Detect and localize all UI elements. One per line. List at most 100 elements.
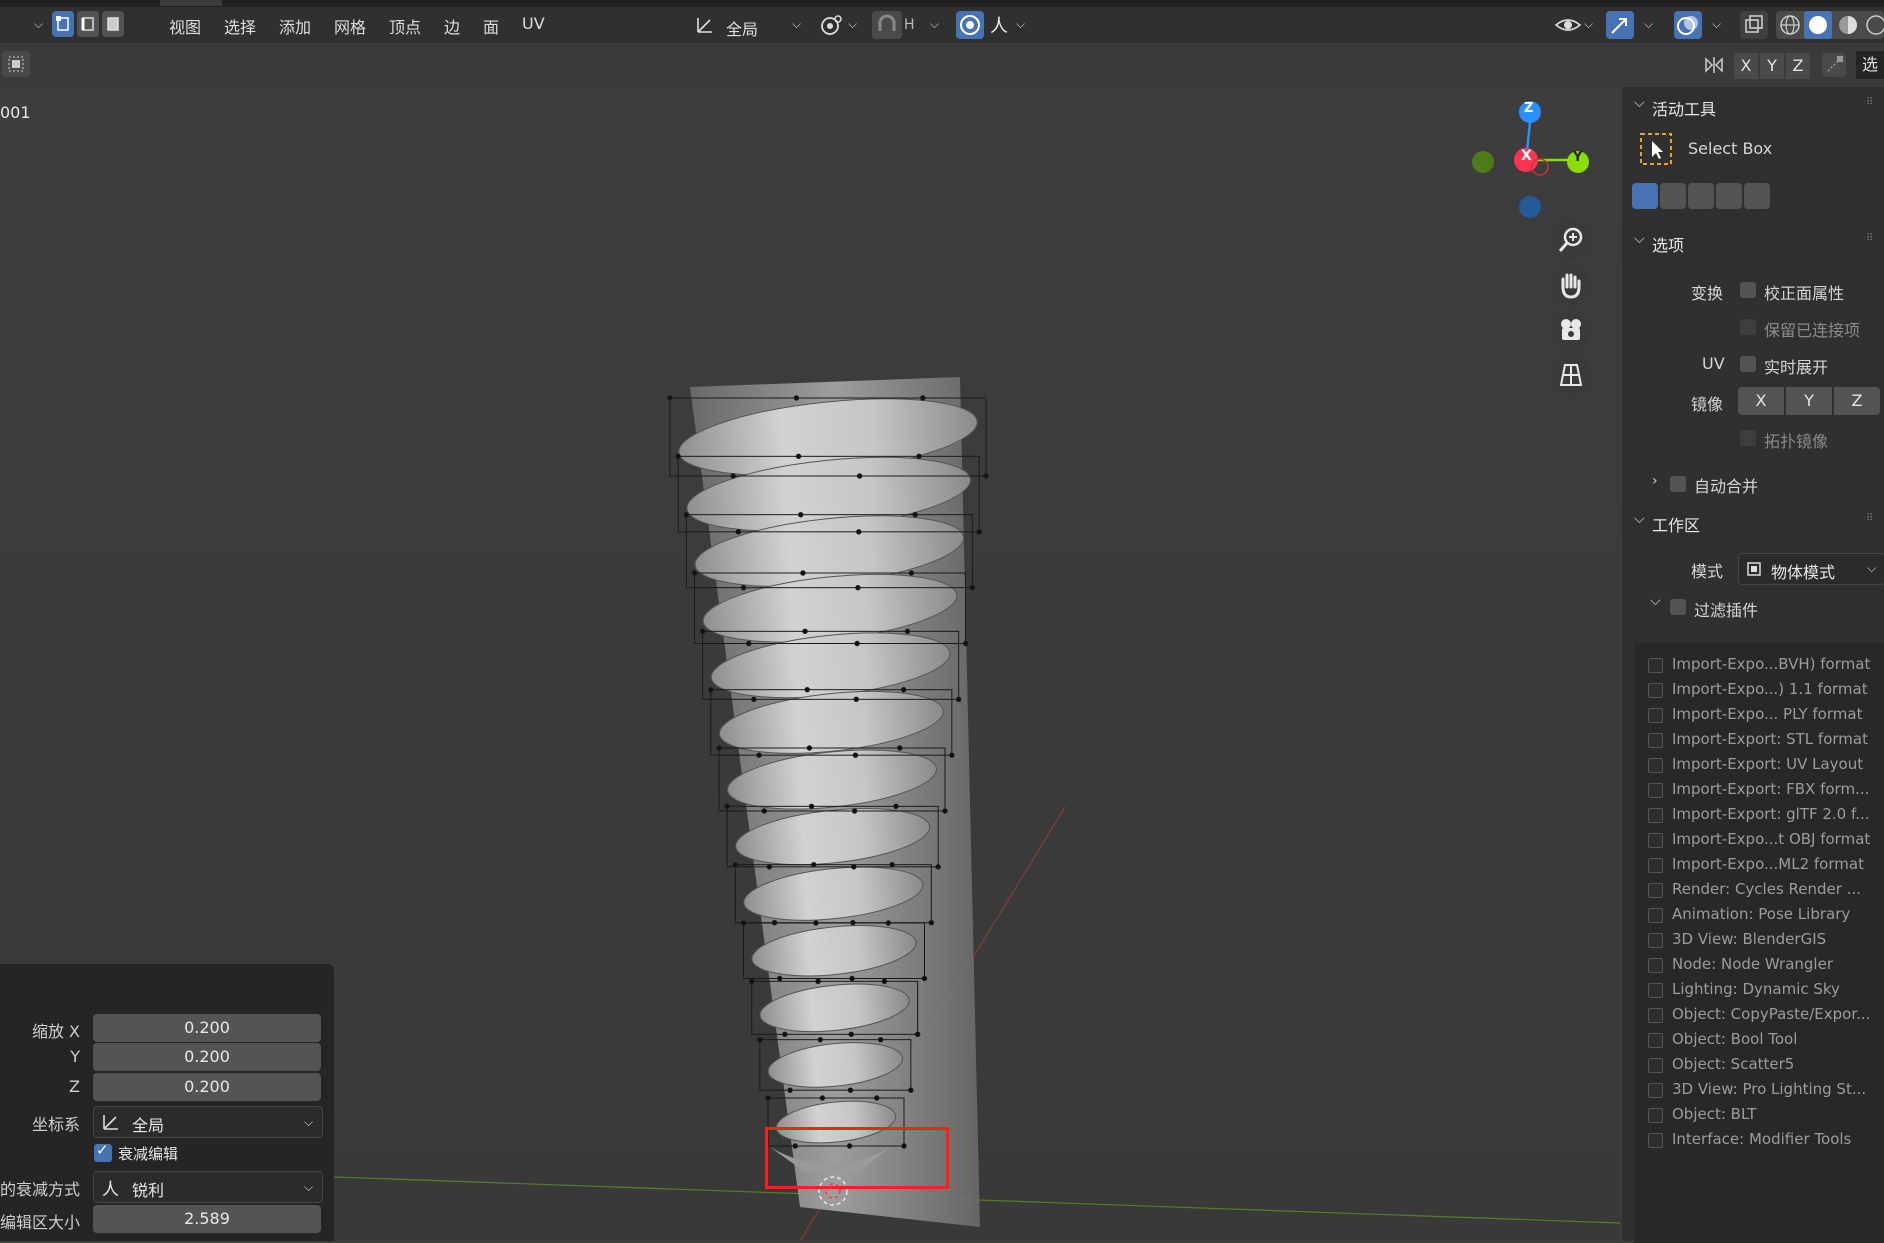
addon-checkbox[interactable]: [1648, 1008, 1663, 1023]
select-intersect-button[interactable]: [1744, 183, 1770, 209]
addon-checkbox[interactable]: [1648, 758, 1663, 773]
show-overlays-toggle[interactable]: [1674, 11, 1702, 39]
falloff-sharp-icon[interactable]: 人: [990, 12, 1008, 38]
mode-dropdown[interactable]: 物体模式 ⌵: [1738, 553, 1884, 585]
addon-item[interactable]: Import-Export: UV Layout: [1634, 753, 1884, 778]
mirror-axis-x-button[interactable]: X: [1738, 387, 1784, 415]
overlays-dropdown-chevron-icon[interactable]: ⌵: [1712, 17, 1721, 32]
addon-checkbox[interactable]: [1648, 858, 1663, 873]
addon-checkbox[interactable]: [1648, 958, 1663, 973]
active-tool-section-header[interactable]: ⌵ 活动工具 ⠿: [1622, 89, 1884, 123]
snap-vertex-icon[interactable]: [1820, 51, 1848, 79]
menu-face[interactable]: 面: [483, 14, 499, 38]
drag-handle-icon[interactable]: ⠿: [1866, 513, 1873, 524]
addon-item[interactable]: Import-Export: FBX form...: [1634, 778, 1884, 803]
drag-handle-icon[interactable]: ⠿: [1866, 233, 1873, 244]
menu-edge[interactable]: 边: [444, 14, 460, 38]
addon-checkbox[interactable]: [1648, 1133, 1663, 1148]
transform-orientation-dropdown[interactable]: 全局 ⌵: [690, 11, 806, 39]
addon-item[interactable]: Lighting: Dynamic Sky: [1634, 978, 1884, 1003]
addon-checkbox[interactable]: [1648, 1108, 1663, 1123]
snap-dropdown-chevron-icon[interactable]: ⌵: [930, 17, 939, 32]
select-box-tool-icon[interactable]: [1638, 131, 1674, 167]
perspective-toggle-button[interactable]: [1551, 355, 1591, 395]
addon-checkbox[interactable]: [1648, 733, 1663, 748]
options-tab-truncated[interactable]: 选: [1856, 51, 1884, 79]
menu-add[interactable]: 添加: [279, 14, 311, 38]
snap-toggle-button[interactable]: [872, 11, 902, 39]
scale-z-field[interactable]: 0.200: [93, 1073, 321, 1101]
addon-item[interactable]: Render: Cycles Render ...: [1634, 878, 1884, 903]
menu-mesh[interactable]: 网格: [334, 14, 366, 38]
workspace-section-header[interactable]: ⌵ 工作区 ⠿: [1622, 505, 1884, 539]
addon-item[interactable]: 3D View: BlenderGIS: [1634, 928, 1884, 953]
addon-checkbox[interactable]: [1648, 983, 1663, 998]
scale-x-field[interactable]: 0.200: [93, 1014, 321, 1042]
orientation-dropdown[interactable]: 全局 ⌵: [93, 1106, 323, 1138]
xray-toggle[interactable]: [1740, 11, 1768, 39]
select-new-button[interactable]: [1632, 183, 1658, 209]
addon-item[interactable]: Import-Expo...t OBJ format: [1634, 828, 1884, 853]
addon-item[interactable]: Node: Node Wrangler: [1634, 953, 1884, 978]
drag-handle-icon[interactable]: ⠿: [1866, 97, 1873, 108]
menu-vertex[interactable]: 顶点: [389, 14, 421, 38]
addon-checkbox[interactable]: [1648, 1033, 1663, 1048]
camera-view-button[interactable]: [1551, 310, 1591, 350]
addon-item[interactable]: Import-Export: STL format: [1634, 728, 1884, 753]
visibility-dropdown[interactable]: ⌵: [1554, 13, 1598, 39]
mirror-axis-y-button[interactable]: Y: [1786, 387, 1832, 415]
addon-item[interactable]: Import-Expo...BVH) format: [1634, 653, 1884, 678]
addon-item[interactable]: Object: Bool Tool: [1634, 1028, 1884, 1053]
addon-item[interactable]: Import-Expo...ML2 format: [1634, 853, 1884, 878]
proportional-size-field[interactable]: 2.589: [93, 1205, 321, 1233]
options-section-header[interactable]: ⌵ 选项 ⠿: [1622, 225, 1884, 259]
addon-item[interactable]: Interface: Modifier Tools: [1634, 1128, 1884, 1153]
select-mode-button[interactable]: [2, 51, 30, 77]
menu-uv[interactable]: UV: [522, 14, 545, 33]
proportional-editing-toggle[interactable]: [956, 11, 984, 39]
keep-connected-checkbox[interactable]: [1740, 319, 1756, 335]
live-unwrap-checkbox[interactable]: [1740, 356, 1756, 372]
workspace-tab-highlight[interactable]: [160, 0, 222, 6]
chevron-right-icon[interactable]: ›: [1652, 473, 1658, 489]
gizmo-dropdown-chevron-icon[interactable]: ⌵: [1644, 17, 1653, 32]
addon-item[interactable]: Import-Export: glTF 2.0 f...: [1634, 803, 1884, 828]
mirror-axis-z-button[interactable]: Z: [1834, 387, 1880, 415]
scale-y-field[interactable]: 0.200: [93, 1043, 321, 1071]
addon-item[interactable]: Import-Expo...) 1.1 format: [1634, 678, 1884, 703]
select-extend-button[interactable]: [1660, 183, 1686, 209]
addon-checkbox[interactable]: [1648, 658, 1663, 673]
pivot-point-dropdown[interactable]: ⌵: [818, 13, 864, 39]
addon-checkbox[interactable]: [1648, 783, 1663, 798]
material-shading-icon[interactable]: [1836, 13, 1860, 37]
edge-select-mode-button[interactable]: [77, 11, 99, 37]
mode-dropdown-chevron-icon[interactable]: ⌵: [34, 17, 43, 32]
addon-checkbox[interactable]: [1648, 883, 1663, 898]
addon-item[interactable]: Object: Scatter5: [1634, 1053, 1884, 1078]
pan-button[interactable]: [1551, 265, 1591, 305]
wireframe-shading-icon[interactable]: [1778, 13, 1802, 37]
addon-checkbox[interactable]: [1648, 808, 1663, 823]
addon-checkbox[interactable]: [1648, 708, 1663, 723]
falloff-dropdown[interactable]: 人 锐利 ⌵: [93, 1171, 323, 1203]
rendered-shading-icon[interactable]: [1864, 13, 1884, 37]
select-subtract-button[interactable]: [1688, 183, 1714, 209]
auto-merge-checkbox[interactable]: [1670, 476, 1686, 492]
menu-view[interactable]: 视图: [169, 14, 201, 38]
addon-item[interactable]: Import-Expo... PLY format: [1634, 703, 1884, 728]
addon-checkbox[interactable]: [1648, 1083, 1663, 1098]
menu-select[interactable]: 选择: [224, 14, 256, 38]
topology-mirror-checkbox[interactable]: [1740, 430, 1756, 446]
addon-item[interactable]: 3D View: Pro Lighting St...: [1634, 1078, 1884, 1103]
solid-shading-button[interactable]: [1804, 11, 1832, 39]
falloff-dropdown-chevron-icon[interactable]: ⌵: [1016, 17, 1025, 32]
chevron-down-icon[interactable]: ⌵: [1650, 593, 1661, 609]
select-invert-button[interactable]: [1716, 183, 1742, 209]
mirror-y-button[interactable]: Y: [1760, 53, 1784, 79]
mirror-butterfly-icon[interactable]: [1702, 53, 1726, 77]
addon-checkbox[interactable]: [1648, 1058, 1663, 1073]
snap-target-label[interactable]: H: [904, 17, 915, 33]
filter-addons-checkbox[interactable]: [1670, 599, 1686, 615]
addon-checkbox[interactable]: [1648, 908, 1663, 923]
vertex-select-mode-button[interactable]: [52, 11, 74, 37]
